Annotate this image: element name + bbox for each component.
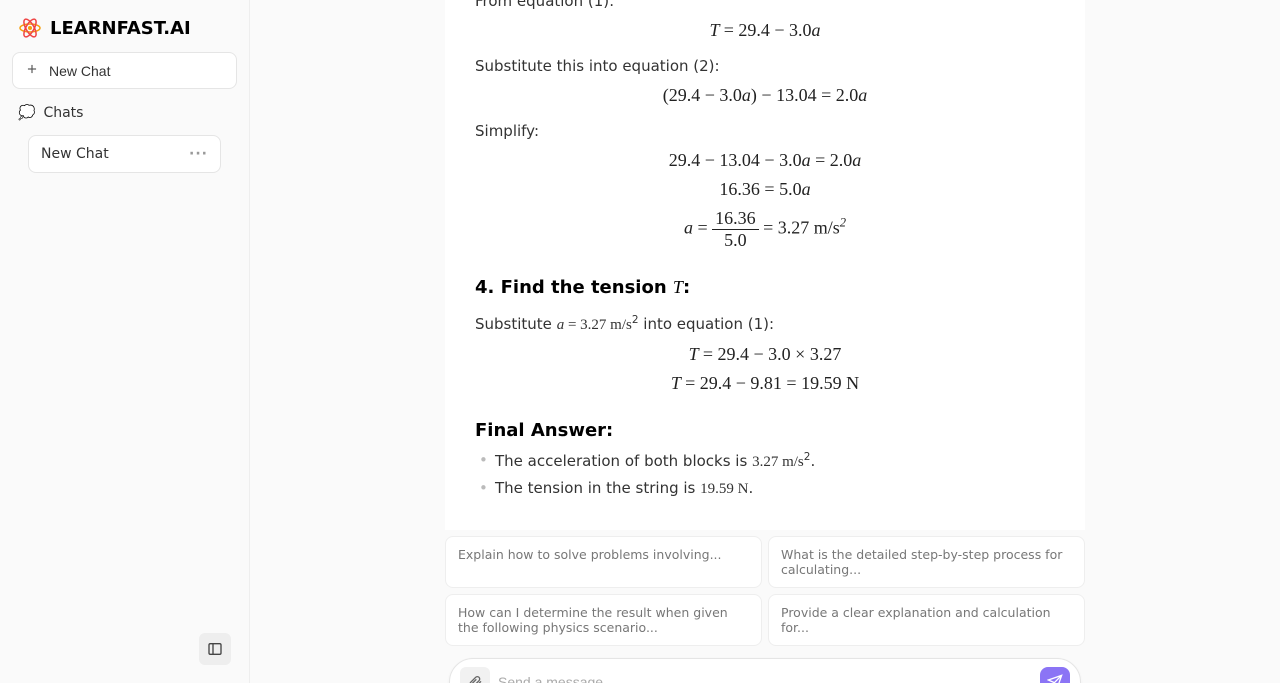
main: From equation (1): T = 29.4 − 3.0a Subst… [250,0,1280,683]
new-chat-label: New Chat [49,63,110,79]
suggestion-1[interactable]: Explain how to solve problems involving.… [445,536,762,588]
message-input[interactable] [498,674,1032,683]
equation-1: T = 29.4 − 3.0a [475,20,1055,41]
paperclip-icon [467,674,483,683]
answer-acceleration: The acceleration of both blocks is 3.27 … [495,451,1055,471]
panel-icon [207,641,223,657]
suggestions: Explain how to solve problems involving.… [445,536,1085,646]
chats-label: Chats [43,105,83,121]
ellipsis-icon[interactable]: ··· [189,146,208,162]
collapse-sidebar-button[interactable] [199,633,231,665]
chat-item[interactable]: New Chat ··· [28,135,221,173]
suggestion-3[interactable]: How can I determine the result when give… [445,594,762,646]
equation-4: 16.36 = 5.0a [475,179,1055,200]
chat-item-label: New Chat [41,146,109,162]
chat-bubble-icon: 💭 [18,105,35,121]
answer-tension: The tension in the string is 19.59 N. [495,479,1055,498]
equation-2: (29.4 − 3.0a) − 13.04 = 2.0a [475,85,1055,106]
chat-content: From equation (1): T = 29.4 − 3.0a Subst… [445,0,1085,530]
heading-find-tension: 4. Find the tension T: [475,277,1055,298]
text-from-eq1: From equation (1): [475,0,1055,10]
message-input-bar [449,658,1081,683]
send-button[interactable] [1040,667,1070,683]
chats-header[interactable]: 💭 Chats [12,97,237,129]
send-icon [1047,674,1063,683]
sidebar: LEARNFAST.AI New Chat 💭 Chats New Chat ·… [0,0,250,683]
equation-5: a = 16.365.0 = 3.27 m/s2 [475,208,1055,251]
attach-button[interactable] [460,667,490,683]
suggestion-4[interactable]: Provide a clear explanation and calculat… [768,594,1085,646]
equation-3: 29.4 − 13.04 − 3.0a = 2.0a [475,150,1055,171]
logo-icon [18,16,42,40]
logo-text: LEARNFAST.AI [50,18,191,39]
text-substitute-a: Substitute a = 3.27 m/s2 into equation (… [475,314,1055,334]
text-simplify: Simplify: [475,122,1055,140]
equation-6: T = 29.4 − 3.0 × 3.27 [475,344,1055,365]
heading-final-answer: Final Answer: [475,420,1055,441]
logo: LEARNFAST.AI [12,12,237,52]
suggestion-2[interactable]: What is the detailed step-by-step proces… [768,536,1085,588]
plus-icon [25,62,39,79]
new-chat-button[interactable]: New Chat [12,52,237,89]
text-substitute: Substitute this into equation (2): [475,57,1055,75]
equation-7: T = 29.4 − 9.81 = 19.59 N [475,373,1055,394]
